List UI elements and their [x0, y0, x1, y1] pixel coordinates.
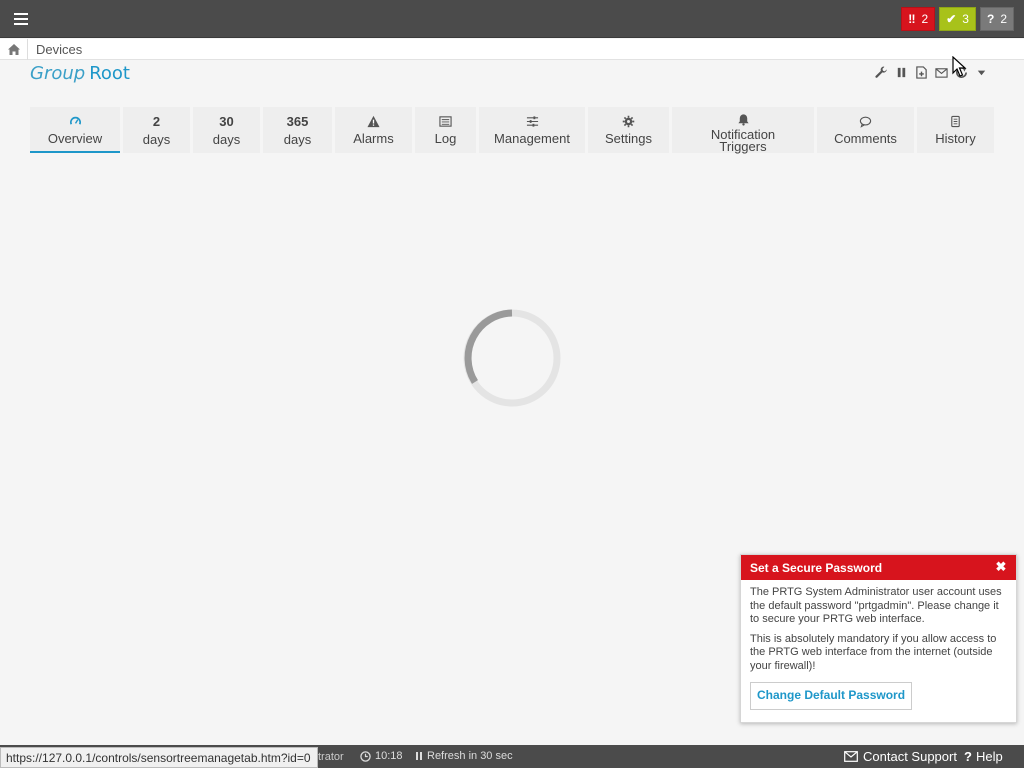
server-time: 10:18 [360, 750, 403, 762]
tab-number: 2 [152, 114, 161, 129]
clock-icon [360, 750, 371, 762]
mouse-cursor-icon [952, 55, 968, 78]
tab-30-days[interactable]: 30 days [193, 107, 260, 153]
change-password-button[interactable]: Change Default Password [750, 682, 913, 710]
object-name: Root [89, 63, 130, 84]
overview-gauge-icon [69, 113, 82, 129]
tab-label: days [212, 132, 241, 147]
tab-management[interactable]: Management [479, 107, 585, 153]
tab-comments[interactable]: Comments [817, 107, 914, 153]
pause-icon [416, 752, 422, 760]
tab-label: Comments [834, 131, 897, 146]
add-object-icon[interactable] [913, 64, 930, 81]
comment-icon [859, 113, 872, 129]
object-kind: Group [30, 63, 86, 84]
tab-label: History [935, 131, 976, 146]
popup-header: Set a Secure Password ✖ [741, 555, 1016, 580]
refresh-text: Refresh in 30 sec [427, 750, 513, 762]
tab-number: 365 [286, 114, 309, 129]
tab-label: Notification Triggers [710, 127, 776, 154]
help-label: Help [975, 749, 1003, 764]
tab-history[interactable]: History [917, 107, 994, 153]
top-bar: ‼ 2 ✔ 3 ? 2 [0, 0, 1024, 38]
log-list-icon [439, 113, 452, 129]
contact-support-link[interactable]: Contact Support [844, 749, 957, 764]
unknown-count: 2 [1000, 12, 1007, 26]
wrench-icon[interactable] [873, 64, 890, 81]
popup-paragraph: This is absolutely mandatory if you allo… [750, 632, 997, 672]
warning-triangle-icon [367, 113, 380, 129]
email-icon[interactable] [933, 64, 950, 81]
check-icon: ✔ [946, 12, 957, 26]
tab-notification-triggers[interactable]: Notification Triggers [672, 107, 814, 153]
gear-icon [622, 113, 635, 129]
link-url-tooltip: https://127.0.0.1/controls/sensortreeman… [0, 747, 318, 768]
secure-password-popup: Set a Secure Password ✖ The PRTG System … [740, 554, 1017, 723]
tab-number: 30 [219, 114, 234, 129]
bell-icon [737, 113, 750, 126]
down-count: 2 [921, 12, 929, 26]
tab-2-days[interactable]: 2 days [123, 107, 190, 153]
time-text: 10:18 [375, 750, 403, 762]
up-count: 3 [962, 12, 969, 26]
tab-label: Management [494, 131, 570, 146]
tab-alarms[interactable]: Alarms [335, 107, 412, 153]
tab-365-days[interactable]: 365 days [263, 107, 332, 153]
help-link[interactable]: ? Help [964, 749, 1003, 764]
tab-label: Log [434, 131, 457, 146]
popup-body: The PRTG System Administrator user accou… [741, 580, 1016, 710]
page-title: Group Root [30, 63, 130, 84]
popup-paragraph: The PRTG System Administrator user accou… [750, 586, 1002, 625]
sliders-icon [526, 113, 539, 129]
pause-icon[interactable] [893, 64, 910, 81]
object-toolbar [873, 64, 990, 81]
question-icon: ? [986, 12, 995, 26]
tab-label: Overview [47, 131, 103, 146]
contact-label: Contact Support [863, 749, 957, 764]
breadcrumb: Devices [0, 38, 1024, 60]
object-tabs: Overview 2 days 30 days 365 days Alarms … [30, 107, 994, 154]
tab-label: days [142, 132, 171, 147]
loading-spinner [461, 307, 563, 409]
home-icon[interactable] [0, 38, 28, 60]
up-sensors-badge[interactable]: ✔ 3 [939, 7, 976, 31]
down-sensors-badge[interactable]: ‼ 2 [901, 7, 936, 31]
hamburger-icon[interactable] [14, 8, 40, 30]
question-icon: ? [964, 749, 972, 764]
history-icon [949, 113, 962, 129]
close-icon[interactable]: ✖ [994, 559, 1008, 574]
tab-log[interactable]: Log [415, 107, 476, 153]
dropdown-caret-icon[interactable] [973, 64, 990, 81]
breadcrumb-item-devices[interactable]: Devices [28, 42, 82, 57]
tab-settings[interactable]: Settings [588, 107, 669, 153]
tab-overview[interactable]: Overview [30, 107, 120, 153]
logged-in-user[interactable]: trator [318, 751, 344, 763]
tab-label: days [283, 132, 312, 147]
unknown-sensors-badge[interactable]: ? 2 [979, 7, 1014, 31]
popup-title: Set a Secure Password [750, 560, 883, 575]
tab-label: Alarms [353, 131, 394, 146]
tab-label: Settings [605, 131, 652, 146]
alert-icon: ‼ [908, 12, 916, 26]
refresh-status[interactable]: Refresh in 30 sec [415, 750, 513, 762]
envelope-icon [844, 751, 858, 762]
status-badges: ‼ 2 ✔ 3 ? 2 [901, 7, 1014, 31]
